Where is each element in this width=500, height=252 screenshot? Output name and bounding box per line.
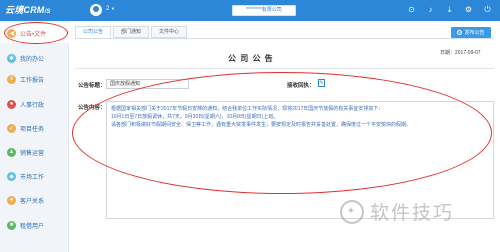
sidebar-item-label: 公告•文件 xyxy=(20,31,47,38)
sidebar-item-marketing[interactable]: ◆ 市场工作 xyxy=(0,166,69,186)
sidebar-item-work-report[interactable]: ≡ 工作报告 xyxy=(0,69,69,89)
user-menu[interactable]: 2 ▼ xyxy=(106,6,115,12)
task-icon: ✓ xyxy=(7,123,16,133)
page-title: 公 司 公 告 xyxy=(228,54,274,63)
sidebar: ◀ 公告•文件 ✱ 我的办公 ≡ 工作报告 ● 人事行政 ✓ 项目任务 ▲ 销售… xyxy=(0,21,69,252)
sidebar-item-sales-ops[interactable]: ▲ 销售运营 xyxy=(0,142,69,162)
sidebar-item-label: 项目任务 xyxy=(20,126,45,133)
sidebar-item-label: 租借用户 xyxy=(20,223,45,230)
sidebar-item-label: 客户关系 xyxy=(20,198,45,205)
market-icon: ◆ xyxy=(7,171,16,181)
tab-department-notice[interactable]: 部门通知 xyxy=(113,26,150,38)
notice-title-label: 公告标题： xyxy=(78,83,106,89)
tab-company-notice[interactable]: 公司公告 xyxy=(75,26,112,38)
customer-icon: ● xyxy=(7,195,16,205)
avatar[interactable] xyxy=(90,4,102,16)
top-bar: 云境CRM/S 2 ▼ ********有限公司 ⊙ ♪ ⤓ ⚙ ⏻ xyxy=(0,0,500,21)
title-divider xyxy=(75,68,494,69)
chart-icon: ▲ xyxy=(7,147,16,157)
person-icon: ● xyxy=(7,99,16,109)
brand-name: 云境CRM xyxy=(5,5,45,15)
notice-content-label: 公告内容： xyxy=(78,105,106,111)
watermark: ✦ 软件技巧 xyxy=(340,198,454,225)
content-line: 根据国家相关部门关于2017年节假日安排的通知，结合我单位工作实际情况，现将20… xyxy=(111,106,384,112)
receipt-label: 接收回执： xyxy=(287,83,315,89)
watermark-logo-icon: ✦ xyxy=(340,199,364,224)
chevron-down-icon: ▼ xyxy=(111,6,115,11)
notice-date: 日期：2017-09-07 xyxy=(440,50,481,56)
brand-suffix: /S xyxy=(44,9,51,15)
megaphone-icon: ◀ xyxy=(7,28,16,38)
sidebar-item-customers[interactable]: ● 客户关系 xyxy=(0,190,69,210)
brand-logo[interactable]: 云境CRM/S xyxy=(5,3,51,16)
bell-icon[interactable]: ♪ xyxy=(426,5,435,14)
plus-icon: + xyxy=(457,30,463,35)
download-icon[interactable]: ⤓ xyxy=(445,5,454,14)
report-icon: ≡ xyxy=(7,74,16,84)
sidebar-item-hr-admin[interactable]: ● 人事行政 xyxy=(0,94,69,114)
user-icon: ■ xyxy=(7,220,16,230)
sidebar-item-label: 工作报告 xyxy=(20,77,45,84)
sidebar-item-label: 人事行政 xyxy=(20,102,45,109)
sidebar-item-label: 市场工作 xyxy=(20,174,45,181)
receipt-checkbox-icon[interactable]: ✎ xyxy=(318,79,325,87)
sidebar-item-my-office[interactable]: ✱ 我的办公 xyxy=(0,48,69,68)
notice-title-field[interactable]: 国庆放假通知 xyxy=(106,79,189,89)
tab-divider xyxy=(75,38,494,39)
gear-icon: ✱ xyxy=(7,53,16,63)
top-icon-group: ⊙ ♪ ⤓ ⚙ ⏻ xyxy=(407,5,492,14)
company-selector[interactable]: ********有限公司 xyxy=(232,5,296,16)
publish-notice-label: 发布公告 xyxy=(464,30,485,36)
username-label: 2 xyxy=(106,6,110,12)
tab-bar: 公司公告 部门通知 文件中心 xyxy=(75,26,188,38)
sidebar-item-label: 销售运营 xyxy=(20,150,45,157)
publish-notice-button[interactable]: + 发布公告 xyxy=(451,27,491,38)
sidebar-item-project-tasks[interactable]: ✓ 项目任务 xyxy=(0,118,69,138)
watermark-text: 软件技巧 xyxy=(370,202,455,224)
content-line: 10月1日至7日放假调休，共7天。9月30日(星期六)、10月8日(星期日)上班… xyxy=(111,114,279,120)
sidebar-item-announcements[interactable]: ◀ 公告•文件 xyxy=(0,23,69,43)
tab-file-center[interactable]: 文件中心 xyxy=(151,26,188,38)
sidebar-item-label: 我的办公 xyxy=(20,56,45,63)
power-icon[interactable]: ⏻ xyxy=(483,5,492,14)
location-icon[interactable]: ⊙ xyxy=(407,5,416,14)
sidebar-item-rental-users[interactable]: ■ 租借用户 xyxy=(0,215,69,235)
content-line: 请各部门积极做好节假期间安全、保卫等工作，遇有重大突发事件发生，要按规定及时报告… xyxy=(111,122,412,128)
settings-icon[interactable]: ⚙ xyxy=(464,5,473,14)
